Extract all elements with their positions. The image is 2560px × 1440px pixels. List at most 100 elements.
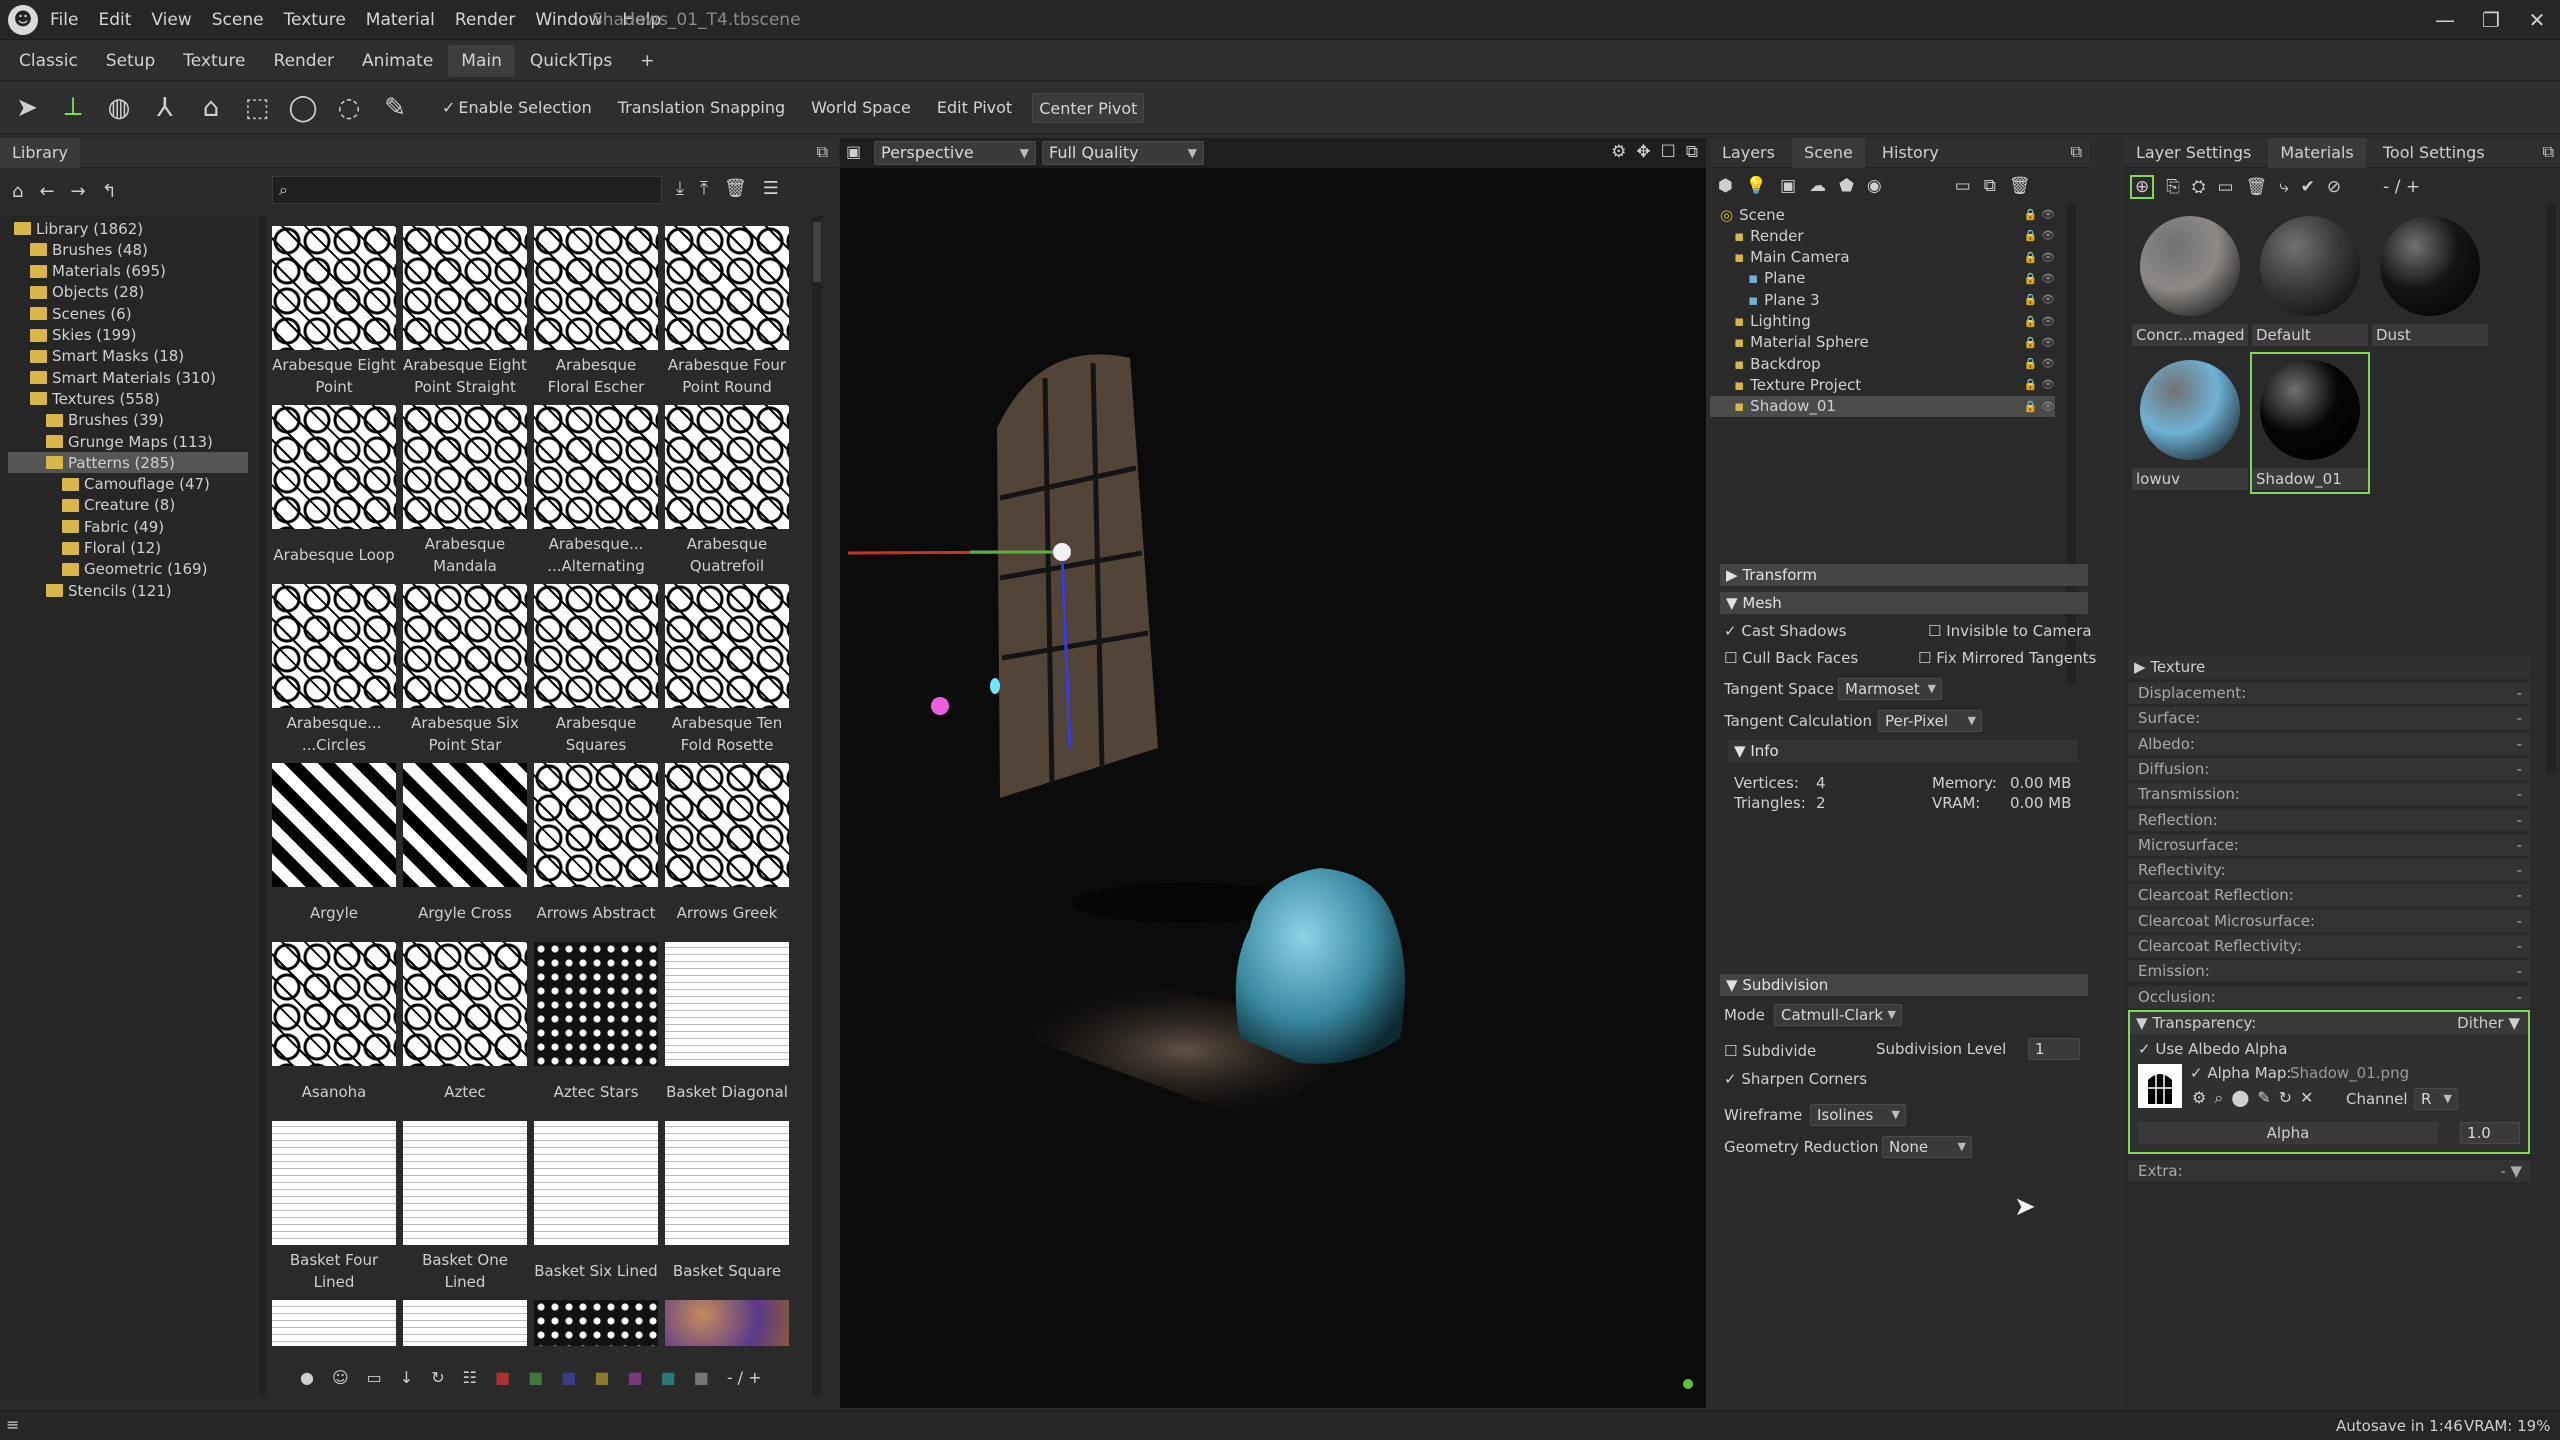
material-slot-row[interactable]: Reflection: - — [2128, 808, 2530, 831]
center-pivot-button[interactable]: Center Pivot — [1032, 92, 1145, 123]
tab-materials[interactable]: Materials — [2268, 138, 2366, 168]
library-item[interactable] — [403, 1300, 531, 1346]
library-tree-item[interactable]: Fabric (49) — [62, 516, 164, 537]
add-material-icon[interactable]: ◉ — [1867, 176, 1882, 196]
back-icon[interactable]: ← — [39, 181, 54, 202]
color-filter-gray[interactable]: ■ — [694, 1368, 709, 1387]
texture-section[interactable]: ▶ Texture — [2128, 656, 2530, 678]
slot-value[interactable]: - — [2517, 783, 2522, 805]
remove-material-icon[interactable]: ⊘ — [2327, 177, 2341, 197]
library-item[interactable]: Arabesque Four Point Round — [665, 226, 793, 404]
library-search-input[interactable]: ⌕ — [272, 176, 662, 204]
tab-texture[interactable]: Texture — [170, 45, 258, 77]
lock-visibility-icon[interactable]: 🔒 👁 — [2024, 272, 2055, 285]
tangent-calc-dropdown[interactable]: Per-Pixel ▼ — [1878, 710, 1982, 732]
library-tree-item[interactable]: Library (1862) — [14, 218, 143, 239]
slot-value[interactable]: - — [2517, 859, 2522, 881]
library-tree-item[interactable]: Creature (8) — [62, 495, 175, 516]
library-item[interactable]: Arabesque Six Point Star — [403, 584, 531, 762]
info-section[interactable]: ▼ Info — [1728, 740, 2078, 762]
tab-layers[interactable]: Layers — [1710, 138, 1787, 168]
tab-render[interactable]: Render — [261, 45, 348, 77]
clear-icon[interactable]: ✕ — [2300, 1088, 2313, 1108]
rect-select-icon[interactable]: ⬚ — [238, 89, 276, 127]
library-item[interactable]: Basket Six Lined — [534, 1121, 662, 1299]
library-item[interactable]: Arabesque... ...Circles — [272, 584, 400, 762]
library-tree-item[interactable]: Smart Masks (18) — [30, 346, 184, 367]
color-filter-yellow[interactable]: ■ — [594, 1368, 609, 1387]
add-camera-icon[interactable]: ▣ — [1780, 176, 1796, 196]
fix-mirrored-tangents-checkbox[interactable]: ☐ Fix Mirrored Tangents — [1918, 649, 2096, 667]
object-select-icon[interactable]: ⌂ — [192, 89, 230, 127]
library-tree-item[interactable]: Floral (12) — [62, 538, 161, 559]
select-arrow-icon[interactable]: ➤ — [8, 89, 46, 127]
library-item[interactable]: Arabesque Mandala — [403, 405, 531, 583]
import-icon[interactable]: ⤓ — [676, 178, 684, 199]
menu-render[interactable]: Render — [455, 10, 516, 30]
extra-section[interactable]: Extra: - ▼ — [2128, 1160, 2530, 1182]
duplicate-icon[interactable]: ⧉ — [1984, 176, 1996, 196]
enable-selection-toggle[interactable]: ✓ Enable Selection — [436, 93, 598, 123]
list-view-icon[interactable]: ☷ — [463, 1368, 477, 1387]
export-icon[interactable]: ⤒ — [700, 178, 708, 199]
material-slot-row[interactable]: Clearcoat Microsurface: - — [2128, 909, 2530, 932]
lock-visibility-icon[interactable]: 🔒 👁 — [2024, 229, 2055, 242]
material-slot-row[interactable]: Transmission: - — [2128, 783, 2530, 806]
slot-value[interactable]: - — [2517, 960, 2522, 982]
library-item[interactable]: Basket Diagonal — [665, 942, 793, 1120]
library-item[interactable]: Arrows Greek — [665, 763, 793, 941]
tab-main[interactable]: Main — [448, 44, 515, 77]
use-albedo-alpha-checkbox[interactable]: ✓ Use Albedo Alpha — [2138, 1040, 2287, 1058]
lock-visibility-icon[interactable]: 🔒 👁 — [2024, 251, 2055, 264]
scene-tree-item[interactable]: ▪ Texture Project 🔒 👁 — [1710, 374, 2055, 395]
close-button[interactable]: ✕ — [2514, 0, 2560, 40]
subdivide-checkbox[interactable]: ☐ Subdivide — [1724, 1042, 1816, 1060]
alpha-value-input[interactable]: 1.0 — [2460, 1122, 2520, 1144]
download-icon[interactable]: ↓ — [400, 1368, 413, 1387]
cast-shadows-checkbox[interactable]: ✓ Cast Shadows — [1724, 622, 1846, 640]
translate-icon[interactable]: ⟂ — [54, 89, 92, 127]
search-icon[interactable]: ⌕ — [2214, 1088, 2223, 1108]
material-tile[interactable]: Shadow_01 — [2250, 352, 2370, 494]
library-tree-item[interactable]: Geometric (169) — [62, 559, 207, 580]
camera-dropdown[interactable]: Perspective ▼ — [874, 141, 1036, 165]
library-item[interactable]: Asanoha — [272, 942, 400, 1120]
lock-visibility-icon[interactable]: 🔒 👁 — [2024, 357, 2055, 370]
slot-value[interactable]: - — [2517, 884, 2522, 906]
sphere-preview-icon[interactable]: ● — [300, 1368, 314, 1387]
minimize-button[interactable]: — — [2422, 0, 2468, 40]
slot-value[interactable]: - — [2517, 910, 2522, 932]
library-tree-item[interactable]: Patterns (285) — [8, 452, 248, 474]
settings-gear-icon[interactable]: ⚙ — [1611, 142, 1626, 162]
library-tree-item[interactable]: Objects (28) — [30, 282, 144, 303]
wireframe-dropdown[interactable]: Isolines ▼ — [1810, 1104, 1906, 1126]
material-slot-row[interactable]: Occlusion: - — [2128, 985, 2530, 1008]
color-filter-teal[interactable]: ■ — [661, 1368, 676, 1387]
alpha-slider[interactable]: Alpha — [2138, 1122, 2438, 1144]
channel-dropdown[interactable]: R ▼ — [2414, 1088, 2458, 1110]
library-item[interactable]: Basket Square — [665, 1121, 793, 1299]
material-slot-row[interactable]: Emission: - — [2128, 960, 2530, 983]
library-item[interactable]: Arabesque Loop — [272, 405, 400, 583]
view-options-icon[interactable]: ☰ — [763, 178, 779, 199]
light-marker-pink[interactable] — [931, 697, 949, 715]
forward-icon[interactable]: → — [71, 181, 86, 202]
lock-visibility-icon[interactable]: 🔒 👁 — [2024, 400, 2055, 413]
library-item[interactable] — [272, 1300, 400, 1346]
library-tree-item[interactable]: Brushes (39) — [46, 410, 164, 431]
scene-tree-item[interactable]: ▪ Main Camera 🔒 👁 — [1710, 247, 2055, 268]
add-tab-button[interactable]: + — [627, 45, 667, 77]
color-filter-blue[interactable]: ■ — [561, 1368, 576, 1387]
tree-scrollbar[interactable] — [258, 216, 266, 1396]
delete-icon[interactable]: 🗑 — [2009, 176, 2031, 196]
material-slot-row[interactable]: Microsurface: - — [2128, 833, 2530, 856]
materials-page-stepper[interactable]: - / + — [2383, 177, 2420, 197]
library-item[interactable]: Arabesque Eight Point — [272, 226, 400, 404]
maximize-view-icon[interactable]: ☐ — [1661, 142, 1676, 162]
popout-icon[interactable]: ⧉ — [2543, 142, 2554, 162]
tab-quicktips[interactable]: QuickTips — [517, 45, 625, 77]
scale-icon[interactable]: ⅄ — [146, 89, 184, 127]
delete-icon[interactable]: 🗑 — [724, 178, 747, 199]
subdivision-level-input[interactable]: 1 — [2028, 1038, 2080, 1060]
transform-section[interactable]: ▶ Transform — [1720, 564, 2088, 586]
